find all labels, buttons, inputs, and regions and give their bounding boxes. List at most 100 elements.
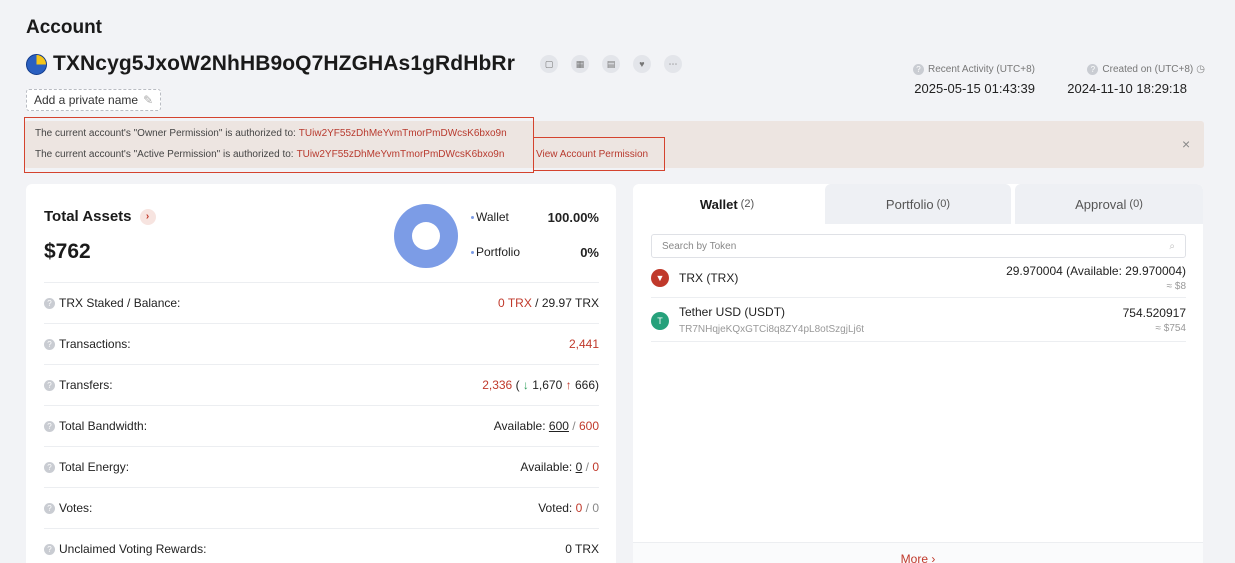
available-prefix: Available:	[493, 419, 546, 433]
created-on: ? Created on (UTC+8) ◷ 2024-11-10 18:29:18	[1050, 64, 1205, 96]
address-row: TXNcyg5JxoW2NhHB9oQ7HZGHAs1gRdHbRr ▢ ▦ ▤…	[26, 52, 682, 76]
separator: /	[585, 460, 589, 474]
votes-total: 0	[592, 501, 599, 515]
stat-label: Transfers:	[59, 378, 113, 392]
copy-icon[interactable]: ▢	[539, 55, 558, 73]
energy-total: 0	[592, 460, 599, 474]
highlight-box-permissions	[24, 117, 534, 173]
tab-label: Portfolio	[885, 196, 934, 212]
stat-label: Total Bandwidth:	[59, 419, 148, 433]
search-input[interactable]: Search by Token ⌕	[651, 234, 1186, 258]
close-paren: )	[595, 378, 599, 392]
token-name: Tether USD (USDT)	[679, 305, 786, 319]
stat-label: Transactions:	[59, 337, 131, 351]
stat-bandwidth: ? Total Bandwidth: Available: 600 / 600	[44, 405, 599, 446]
recent-activity-label: Recent Activity (UTC+8)	[928, 64, 1035, 75]
arrow-down-icon: ↓	[522, 378, 529, 392]
tab-portfolio[interactable]: Portfolio (0)	[825, 184, 1011, 224]
rewards-value: 0 TRX	[565, 542, 599, 556]
assets-card: Total Assets › $762 Wallet 100.00% Portf…	[26, 184, 616, 563]
stat-energy: ? Total Energy: Available: 0 / 0	[44, 446, 599, 487]
help-icon: ?	[44, 543, 55, 555]
legend-portfolio-label: Portfolio	[476, 245, 521, 259]
stat-label: Total Energy:	[59, 460, 130, 474]
legend-portfolio-pct: 0%	[580, 245, 599, 260]
search-icon: ⌕	[1169, 240, 1175, 252]
legend-wallet-label: Wallet	[476, 210, 509, 224]
created-on-label: Created on (UTC+8)	[1102, 64, 1194, 75]
tab-count: (0)	[1129, 198, 1143, 210]
token-amount: 29.970004 (Available: 29.970004)	[1006, 264, 1186, 278]
staked-value[interactable]: 0 TRX	[498, 296, 532, 310]
total-assets-title: Total Assets	[44, 208, 132, 225]
stat-label: Votes:	[59, 501, 93, 515]
available-prefix: Available:	[520, 460, 573, 474]
created-on-value: 2024-11-10 18:29:18	[1067, 81, 1187, 96]
help-icon: ?	[44, 297, 55, 309]
help-icon: ?	[44, 338, 55, 350]
heart-icon[interactable]: ♥	[632, 55, 651, 73]
more-button[interactable]: More ›	[633, 542, 1203, 563]
chevron-right-icon[interactable]: ›	[139, 208, 156, 225]
tokens-card: Wallet (2) Portfolio (0) Approval (0) Searc…	[633, 184, 1203, 563]
open-paren: (	[515, 378, 520, 392]
voted-prefix: Voted:	[538, 501, 573, 515]
private-name-label: Add a private name	[34, 93, 139, 107]
energy-available[interactable]: 0	[576, 460, 583, 474]
add-private-name-button[interactable]: Add a private name ✎	[26, 89, 162, 111]
qr-code-icon[interactable]: ▦	[570, 55, 589, 73]
help-icon: ?	[44, 461, 55, 473]
pencil-icon: ✎	[143, 93, 154, 107]
usdt-token-icon: T	[651, 312, 669, 330]
bandwidth-total: 600	[578, 419, 599, 433]
token-row-usdt[interactable]: T Tether USD (USDT) TR7NHqjeKQxGTCi8q8ZY…	[651, 298, 1186, 342]
bandwidth-available[interactable]: 600	[549, 419, 569, 433]
help-icon: ?	[44, 379, 55, 391]
recent-activity-value: 2025-05-15 01:43:39	[914, 81, 1035, 96]
token-contract[interactable]: TR7NHqjeKQxGTCi8q8ZY4pL8otSzgjLj6t	[679, 324, 864, 335]
trx-token-icon: ▼	[651, 269, 669, 287]
help-icon: ?	[44, 502, 55, 514]
tab-approval[interactable]: Approval (0)	[1015, 184, 1203, 224]
stat-rewards: ? Unclaimed Voting Rewards: 0 TRX	[44, 528, 599, 563]
avatar	[26, 53, 47, 75]
assets-donut-chart	[394, 204, 458, 268]
stat-label: TRX Staked / Balance:	[59, 296, 181, 310]
arrow-up-icon: ↑	[565, 378, 572, 392]
transactions-value[interactable]: 2,441	[569, 337, 599, 351]
highlight-box-view-link	[533, 137, 665, 171]
tab-wallet[interactable]: Wallet (2)	[633, 184, 821, 224]
search-placeholder: Search by Token	[662, 240, 737, 252]
stat-trx-staked: ? TRX Staked / Balance: 0 TRX / 29.97 TRX	[44, 282, 599, 323]
transfers-out: 666	[574, 378, 595, 392]
token-tabs: Wallet (2) Portfolio (0) Approval (0)	[633, 184, 1203, 224]
transfers-in: 1,670	[532, 378, 563, 392]
more-icon[interactable]: ⋯	[663, 55, 682, 73]
votes-voted[interactable]: 0	[576, 501, 583, 515]
stat-label: Unclaimed Voting Rewards:	[59, 542, 207, 556]
balance-value: / 29.97 TRX	[535, 296, 599, 310]
account-address: TXNcyg5JxoW2NhHB9oQ7HZGHAs1gRdHbRr	[53, 52, 515, 75]
tab-count: (2)	[740, 198, 755, 210]
total-assets-heading: Total Assets ›	[44, 208, 156, 225]
help-icon: ?	[44, 420, 55, 432]
token-amount: 754.520917	[1122, 306, 1186, 320]
close-icon[interactable]: ×	[1182, 136, 1190, 152]
separator: /	[585, 501, 589, 515]
clock-icon: ◷	[1196, 64, 1205, 75]
separator: /	[572, 419, 576, 433]
stat-transfers: ? Transfers: 2,336 ( ↓ 1,670 ↑ 666)	[44, 364, 599, 405]
total-assets-value: $762	[44, 240, 91, 263]
token-name: TRX (TRX)	[679, 271, 739, 285]
stat-transactions: ? Transactions: 2,441	[44, 323, 599, 364]
recent-activity: ? Recent Activity (UTC+8) 2025-05-15 01:4…	[880, 64, 1035, 96]
chart-icon[interactable]: ▤	[601, 55, 620, 73]
legend-wallet-pct: 100.00%	[547, 210, 599, 225]
token-row-trx[interactable]: ▼ TRX (TRX) 29.970004 (Available: 29.970…	[651, 262, 1186, 298]
address-actions: ▢ ▦ ▤ ♥ ⋯	[527, 55, 682, 73]
transfers-total[interactable]: 2,336	[482, 378, 512, 392]
stat-votes: ? Votes: Voted: 0 / 0	[44, 487, 599, 528]
tab-label: Approval	[1075, 196, 1127, 212]
tab-count: (0)	[936, 198, 951, 210]
page-title: Account	[26, 17, 102, 38]
